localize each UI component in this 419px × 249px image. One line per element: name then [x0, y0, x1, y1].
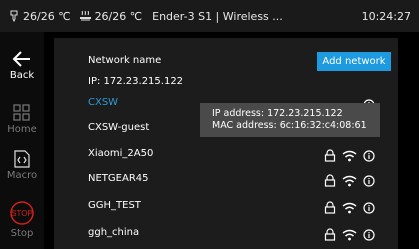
- network-row-ggh-test[interactable]: GGH_TEST: [54, 195, 398, 219]
- add-network-button[interactable]: Add network: [317, 52, 391, 71]
- info-icon[interactable]: [363, 147, 375, 166]
- nozzle-temp-value: 26/26 ℃: [23, 9, 71, 23]
- back-label: Back: [9, 70, 35, 81]
- tooltip-mac: MAC address: 6c:16:32:c4:08:61: [212, 120, 367, 131]
- lock-icon: [324, 172, 336, 191]
- grid-icon: [13, 104, 30, 121]
- network-name: GGH_TEST: [88, 200, 141, 211]
- info-icon[interactable]: [363, 226, 375, 245]
- network-panel: Network name IP: 172.23.215.122 Add netw…: [54, 38, 398, 249]
- network-name: Xiaomi_2A50: [88, 148, 154, 159]
- network-row-netgear45[interactable]: NETGEAR45: [54, 168, 398, 192]
- lock-icon: [324, 147, 336, 166]
- bed-temp: 26/26 ℃: [79, 9, 143, 23]
- bed-temp-value: 26/26 ℃: [94, 9, 143, 23]
- status-bar: 26/26 ℃ 26/26 ℃ Ender-3 S1 | Wireless ..…: [0, 0, 419, 32]
- nozzle-icon: [10, 10, 18, 22]
- wifi-icon: [342, 147, 357, 166]
- back-button[interactable]: Back: [0, 50, 44, 81]
- tooltip-ip: IP address: 172.23.215.122: [212, 108, 343, 119]
- network-row-ggh-china[interactable]: ggh_china: [54, 222, 398, 246]
- macro-button[interactable]: Macro: [0, 150, 44, 181]
- network-name: NETGEAR45: [88, 173, 149, 184]
- stop-button[interactable]: STOP Stop: [0, 200, 44, 239]
- arrow-left-icon: [12, 51, 30, 67]
- network-name: CXSW: [88, 97, 119, 108]
- ip-address-label: IP: 172.23.215.122: [88, 76, 184, 87]
- network-name: CXSW-guest: [88, 122, 150, 133]
- info-icon[interactable]: [363, 172, 375, 191]
- lock-icon: [324, 199, 336, 218]
- wifi-icon: [342, 172, 357, 191]
- clock: 10:24:27: [361, 9, 411, 23]
- info-icon[interactable]: [363, 199, 375, 218]
- wifi-icon: [342, 226, 357, 245]
- lock-icon: [324, 226, 336, 245]
- home-label: Home: [7, 124, 37, 135]
- network-name: ggh_china: [88, 227, 140, 238]
- nozzle-temp: 26/26 ℃: [8, 10, 71, 23]
- network-row-xiaomi[interactable]: Xiaomi_2A50: [54, 143, 398, 167]
- home-button[interactable]: Home: [0, 104, 44, 135]
- network-name-header: Network name: [88, 55, 162, 66]
- network-info-tooltip: IP address: 172.23.215.122 MAC address: …: [200, 103, 380, 137]
- heated-bed-icon: [79, 10, 91, 21]
- wifi-icon: [342, 199, 357, 218]
- sidebar: Back Home Macro STOP Stop: [0, 32, 44, 249]
- macro-label: Macro: [6, 170, 38, 181]
- stop-label: Stop: [10, 228, 34, 239]
- stop-icon: STOP: [10, 201, 34, 225]
- code-file-icon: [14, 150, 30, 168]
- stop-icon-text: STOP: [11, 209, 33, 218]
- printer-title: Ender-3 S1 | Wireless ...: [152, 9, 283, 23]
